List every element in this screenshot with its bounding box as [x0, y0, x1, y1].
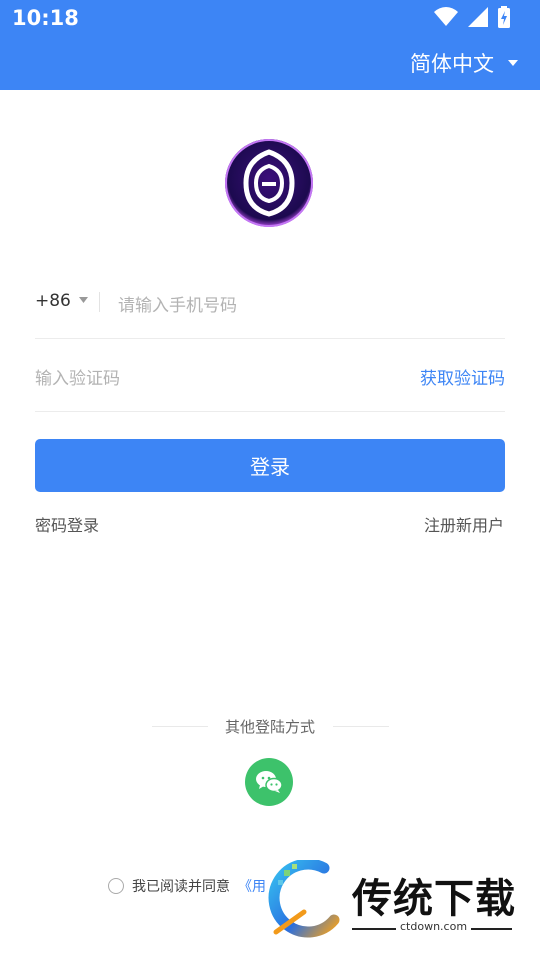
caret-down-icon [508, 60, 518, 66]
language-label: 简体中文 [410, 52, 494, 76]
get-code-button[interactable]: 获取验证码 [420, 364, 505, 389]
status-icons [434, 6, 510, 28]
phone-input[interactable]: 请输入手机号码 [118, 291, 237, 316]
wechat-login-button[interactable] [245, 758, 293, 806]
register-link[interactable]: 注册新用户 [424, 512, 504, 536]
country-code-dropdown-icon[interactable] [79, 297, 88, 303]
other-login-title: 其他登陆方式 [224, 718, 315, 736]
login-button[interactable]: 登录 [35, 439, 505, 492]
watermark: 传统下载 ctdown.com [264, 856, 524, 946]
code-input[interactable]: 输入验证码 [35, 364, 120, 389]
watermark-logo-icon [268, 860, 340, 938]
watermark-url: ctdown.com [396, 920, 472, 933]
agreement-text: 我已阅读并同意 [132, 879, 230, 895]
watermark-title: 传统下载 [352, 876, 516, 922]
agreement-row: 我已阅读并同意 《用 [108, 876, 266, 896]
app-logo [225, 139, 313, 227]
battery-charging-icon [498, 6, 510, 28]
country-code[interactable]: +86 [35, 291, 71, 311]
wechat-icon [256, 771, 283, 793]
agreement-link[interactable]: 《用 [238, 876, 266, 896]
language-selector[interactable]: 简体中文 [410, 48, 518, 78]
wifi-icon [434, 7, 458, 27]
agreement-radio[interactable] [108, 878, 124, 894]
password-login-link[interactable]: 密码登录 [35, 512, 99, 536]
app-header: 10:18 简体中文 [0, 0, 540, 90]
signal-icon [468, 7, 488, 27]
status-time: 10:18 [12, 6, 79, 30]
field-divider [99, 292, 100, 312]
code-field: 输入验证码 获取验证码 [35, 338, 505, 412]
phone-field: +86 请输入手机号码 [35, 265, 505, 339]
